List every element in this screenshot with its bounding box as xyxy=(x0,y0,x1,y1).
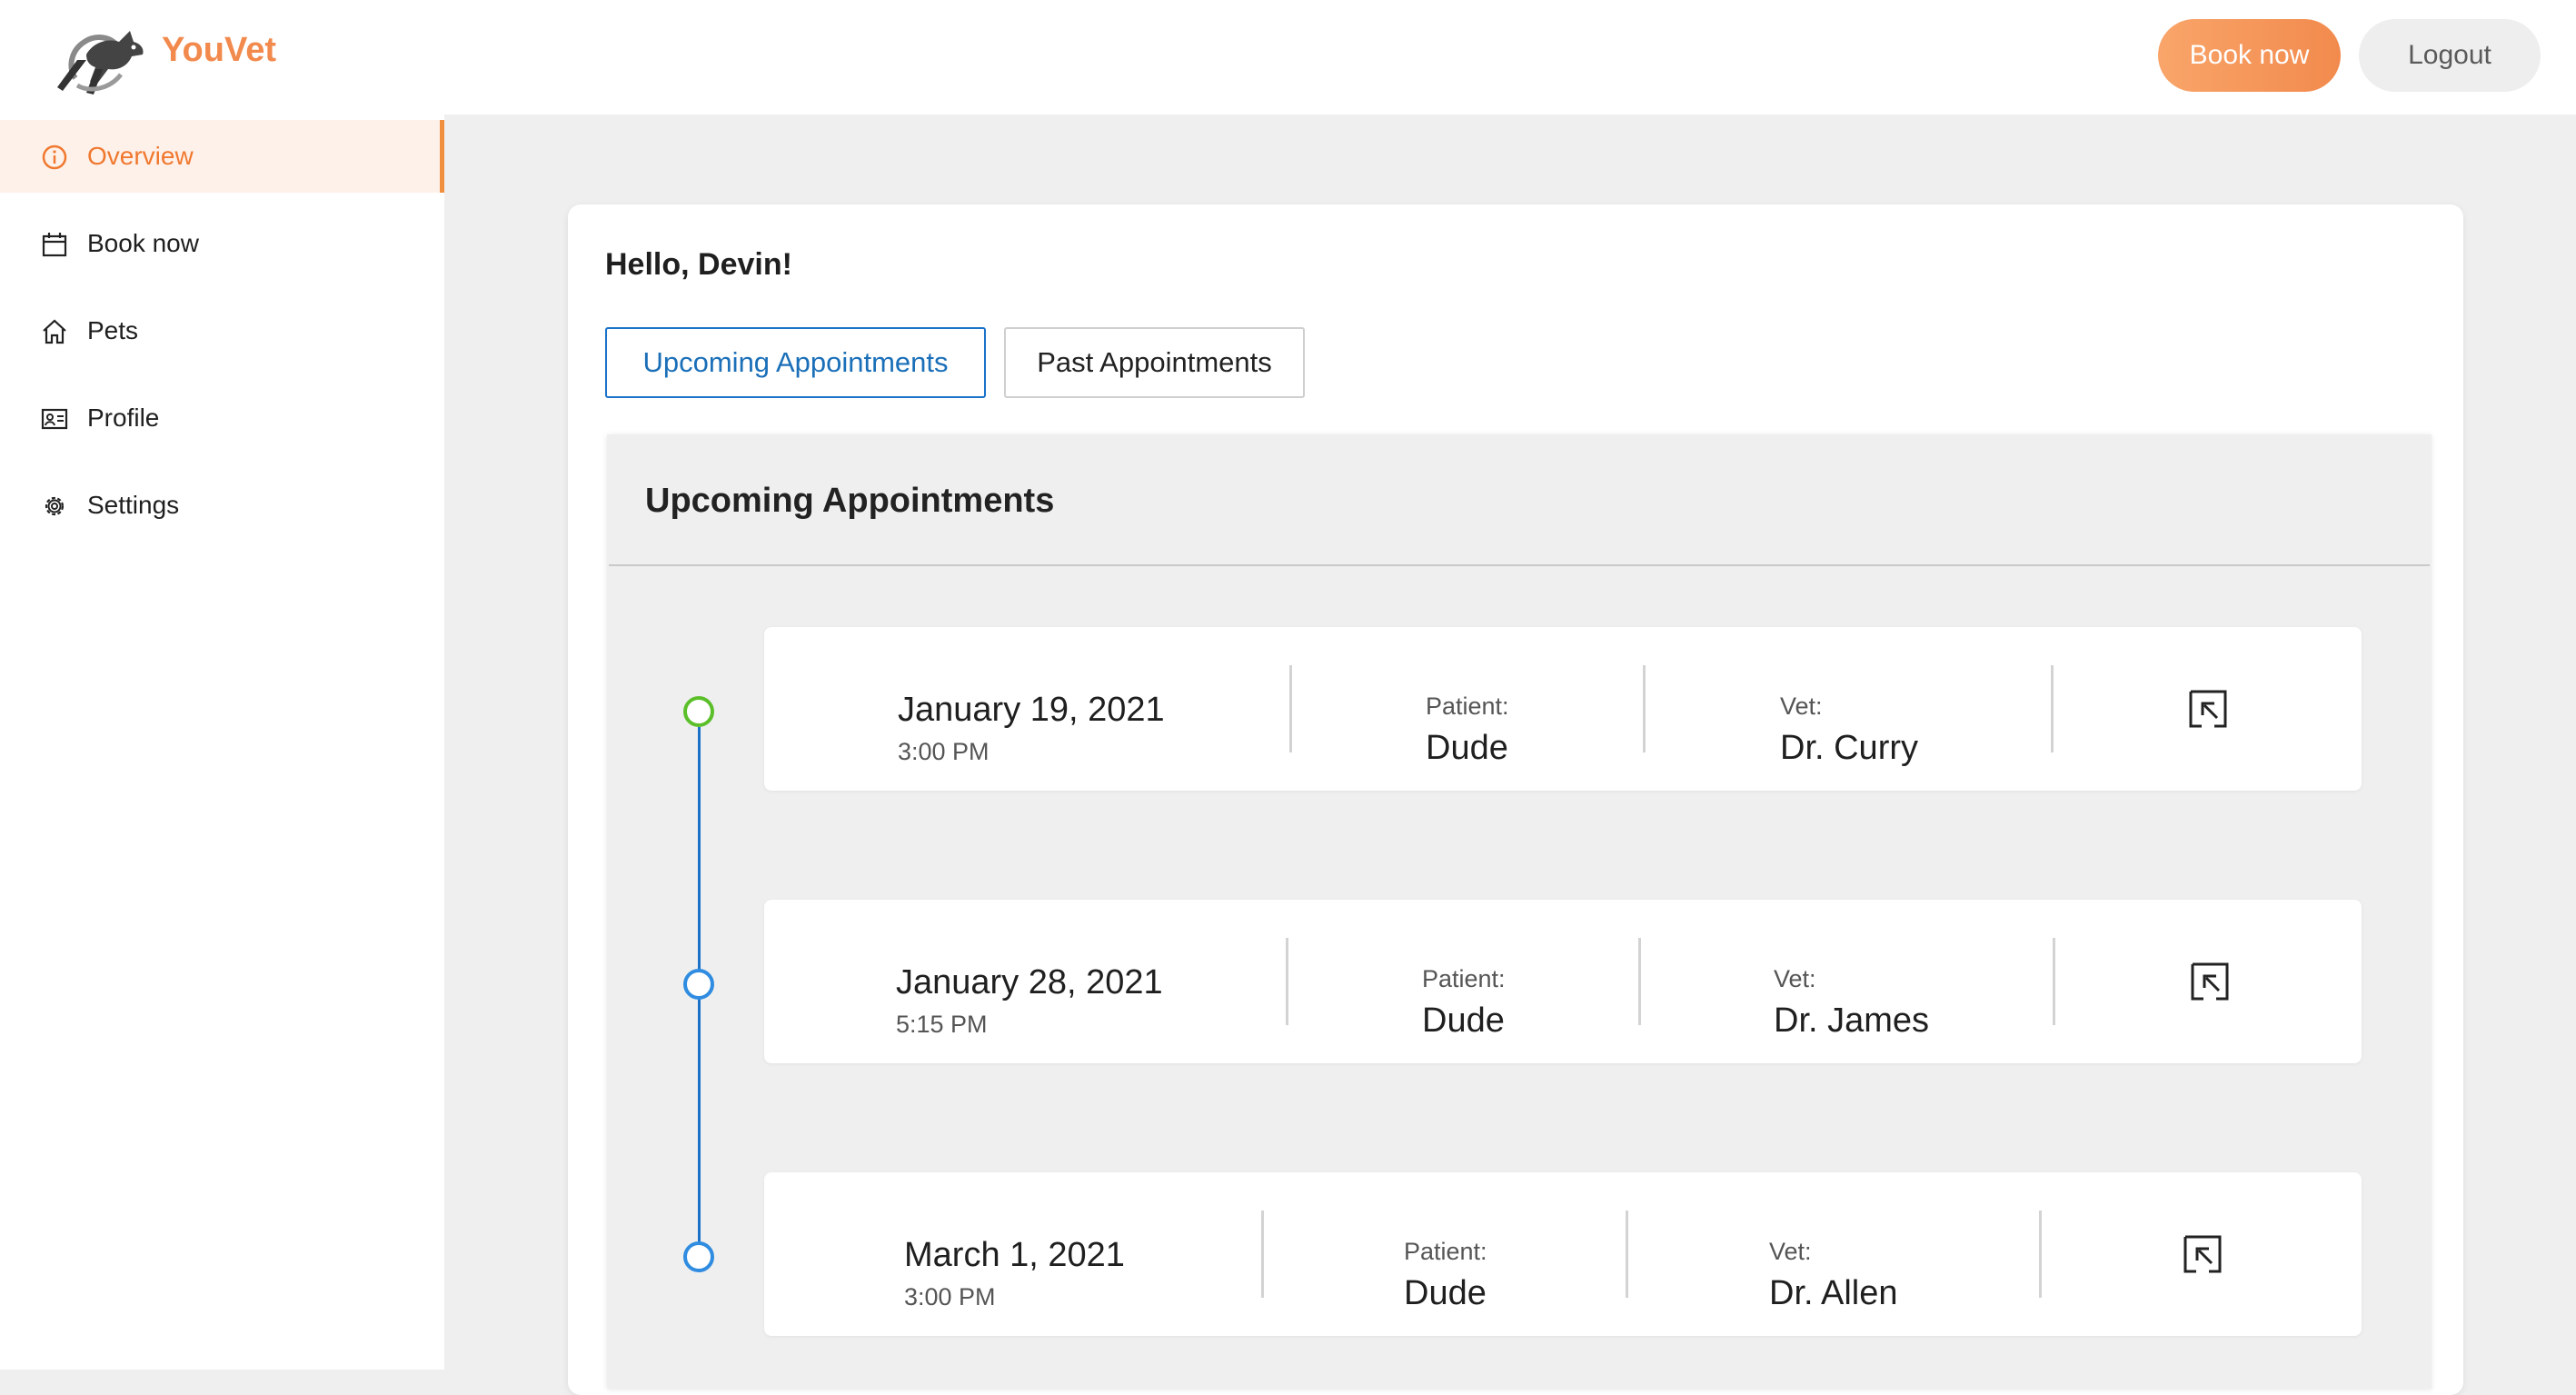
divider xyxy=(2053,938,2055,1025)
home-icon xyxy=(43,319,66,344)
timeline-dot-icon xyxy=(683,696,714,727)
patient-name: Dude xyxy=(1426,729,1508,767)
divider xyxy=(1643,665,1646,752)
divider xyxy=(1289,665,1292,752)
patient-name: Dude xyxy=(1422,1001,1505,1040)
vet-name: Dr. Allen xyxy=(1769,1274,1898,1312)
sidebar-item-pets[interactable]: Pets xyxy=(0,294,444,367)
open-details-icon[interactable] xyxy=(2189,961,2231,1002)
sidebar-item-label: Book now xyxy=(87,229,199,257)
timeline-dot-icon xyxy=(683,969,714,1000)
vet-label: Vet: xyxy=(1769,1238,1812,1265)
vet-label: Vet: xyxy=(1774,965,1816,992)
sidebar-item-settings[interactable]: Settings xyxy=(0,469,444,542)
sidebar-item-book-now[interactable]: Book now xyxy=(0,207,444,280)
sidebar-item-label: Profile xyxy=(87,404,160,432)
vet-name: Dr. Curry xyxy=(1780,729,1918,767)
logout-button[interactable]: Logout xyxy=(2359,19,2541,92)
divider xyxy=(1261,1211,1264,1298)
vet-label: Vet: xyxy=(1780,693,1823,720)
timeline-dot-icon xyxy=(683,1241,714,1272)
divider xyxy=(1286,938,1288,1025)
appointment-date: January 19, 2021 xyxy=(898,691,1165,729)
sidebar-item-label: Overview xyxy=(87,142,194,170)
divider xyxy=(609,564,2430,566)
patient-label: Patient: xyxy=(1426,693,1509,720)
calendar-icon xyxy=(42,233,67,257)
appointment-time: 5:15 PM xyxy=(896,1011,988,1038)
book-now-button[interactable]: Book now xyxy=(2158,19,2341,92)
appointment-date: March 1, 2021 xyxy=(904,1236,1125,1274)
sidebar-item-label: Settings xyxy=(87,491,180,519)
vet-name: Dr. James xyxy=(1774,1001,1930,1040)
gear-icon xyxy=(45,496,65,516)
sidebar: Overview Book now Pets Profile Settings xyxy=(0,115,444,1370)
patient-label: Patient: xyxy=(1422,965,1506,992)
appointment-time: 3:00 PM xyxy=(898,738,990,765)
appointment-time: 3:00 PM xyxy=(904,1283,996,1310)
id-card-icon xyxy=(41,408,68,430)
sidebar-item-profile[interactable]: Profile xyxy=(0,382,444,454)
appointment-card[interactable]: January 19, 2021 3:00 PM Patient: Dude V… xyxy=(764,627,2362,791)
appointment-date: January 28, 2021 xyxy=(896,963,1163,1001)
patient-label: Patient: xyxy=(1404,1238,1487,1265)
info-icon xyxy=(42,144,67,170)
tab-upcoming-appointments[interactable]: Upcoming Appointments xyxy=(605,327,986,398)
appointment-card[interactable]: January 28, 2021 5:15 PM Patient: Dude V… xyxy=(764,900,2362,1063)
patient-name: Dude xyxy=(1404,1274,1487,1312)
divider xyxy=(2051,665,2054,752)
divider xyxy=(1626,1211,1628,1298)
top-bar: YouVet Book now Logout xyxy=(0,0,2576,115)
appointment-card[interactable]: March 1, 2021 3:00 PM Patient: Dude Vet:… xyxy=(764,1172,2362,1336)
open-details-icon[interactable] xyxy=(2187,688,2229,730)
sidebar-item-overview[interactable]: Overview xyxy=(0,120,444,193)
open-details-icon[interactable] xyxy=(2182,1233,2223,1275)
tab-past-appointments[interactable]: Past Appointments xyxy=(1004,327,1305,398)
brand-name[interactable]: YouVet xyxy=(162,31,276,70)
dog-logo-icon[interactable] xyxy=(50,15,150,96)
divider xyxy=(2039,1211,2042,1298)
divider xyxy=(1638,938,1641,1025)
greeting: Hello, Devin! xyxy=(605,247,792,282)
sidebar-item-label: Pets xyxy=(87,316,139,344)
panel-title: Upcoming Appointments xyxy=(645,482,1055,520)
